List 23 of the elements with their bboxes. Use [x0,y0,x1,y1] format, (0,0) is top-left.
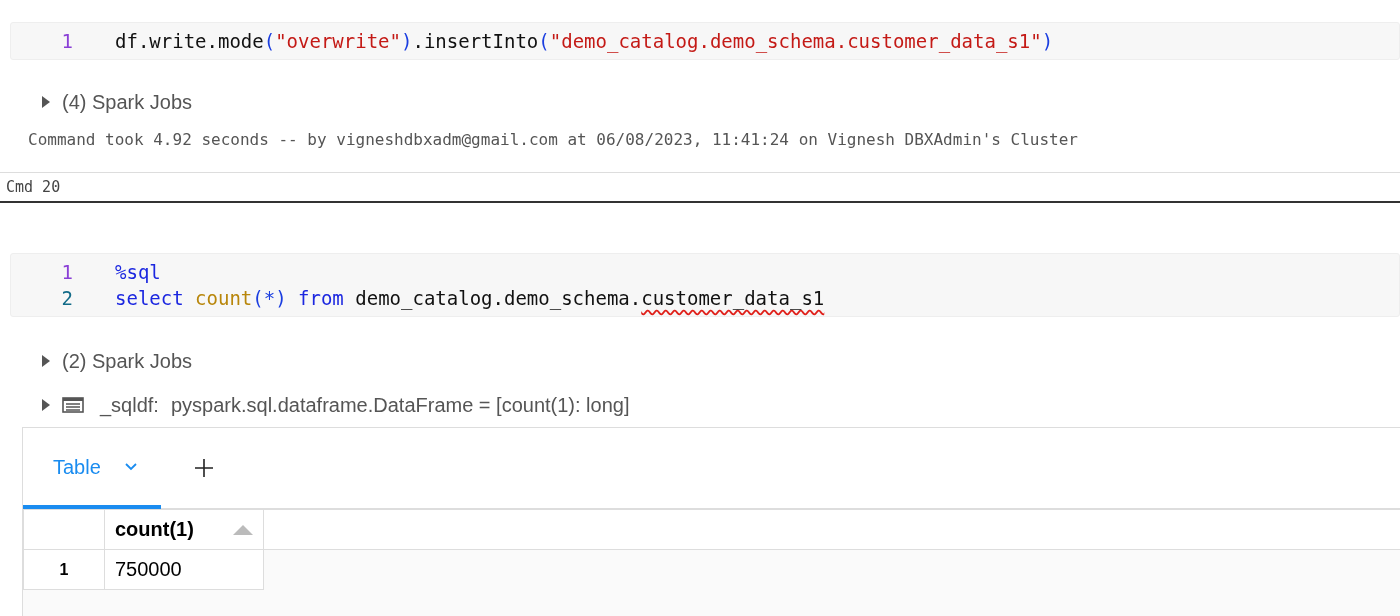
code-line: select count(*) from demo_catalog.demo_schema.customer_data_s1 [115,287,825,309]
dataframe-name: _sqldf: [100,393,159,417]
add-icon[interactable] [195,459,213,477]
expand-triangle-icon[interactable] [42,399,50,411]
cell-label: Cmd 20 [6,178,61,196]
code-editor[interactable]: 1 %sql 2 select count(*) from demo_catalog.demo_schema.customer_data_s1 [10,253,1400,317]
expand-triangle-icon[interactable] [42,96,50,108]
column-header[interactable]: count(1) [105,510,264,550]
line-number: 1 [60,30,74,52]
code-line: df.write.mode("overwrite").insertInto("demo_catalog.demo_schema.customer_data_s1") [115,30,1054,52]
chevron-down-icon[interactable] [124,463,137,471]
line-number: 2 [60,287,74,309]
dataframe-schema: pyspark.sql.dataframe.DataFrame = [count(1): long] [170,393,630,417]
spark-jobs-toggle[interactable]: (4) Spark Jobs [62,90,193,114]
code-line: %sql [115,261,161,283]
command-info: Command took 4.92 seconds -- by vigneshdbxadm@gmail.com at 06/08/2023, 11:41:24 on Vignesh DBXAdmin's Cluster [27,129,1079,149]
line-number: 1 [60,261,74,283]
table-cell: 750000 [105,550,264,590]
table-icon [62,397,84,413]
row-index: 1 [23,550,105,590]
expand-triangle-icon[interactable] [42,355,50,367]
code-editor[interactable]: 1 df.write.mode("overwrite").insertInto("demo_catalog.demo_schema.customer_data_s1") [10,22,1400,60]
spark-jobs-toggle[interactable]: (2) Spark Jobs [62,349,193,373]
